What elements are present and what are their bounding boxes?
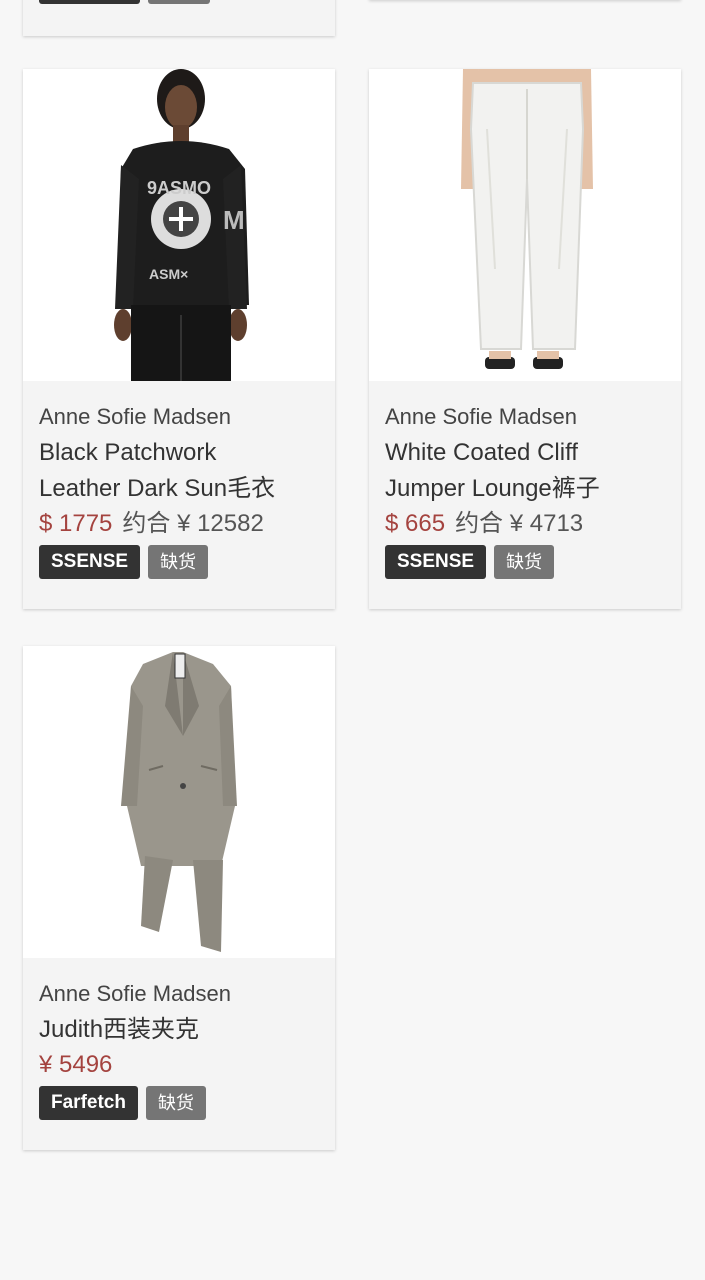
price-row: ¥ 5496	[39, 1050, 319, 1080]
product-name[interactable]: White Coated Cliff Jumper Lounge裤子	[385, 435, 665, 507]
price-row: $ 1775 约合 ¥ 12582	[39, 509, 319, 539]
product-card[interactable]: Anne Sofie Madsen White Coated Cliff Jum…	[369, 69, 681, 609]
product-name-line1: Black Patchwork	[39, 439, 217, 466]
store-tag-partial	[39, 0, 140, 4]
product-image[interactable]	[23, 646, 335, 958]
stock-status-badge: 缺货	[494, 545, 555, 579]
black-sweater-image: 9ASMO ASM× M	[23, 69, 335, 381]
store-tag[interactable]: SSENSE	[385, 545, 487, 579]
tag-row: SSENSE 缺货	[385, 545, 665, 579]
product-name-line2: Leather Dark Sun毛衣	[39, 475, 276, 502]
stock-status-badge: 缺货	[148, 545, 209, 579]
grey-coat-image	[23, 646, 335, 958]
brand-name: Anne Sofie Madsen	[39, 404, 232, 429]
product-card-partial-left[interactable]	[23, 0, 335, 36]
stock-tag-partial	[148, 0, 210, 4]
price: $ 1775	[39, 510, 113, 537]
stock-status-badge: 缺货	[145, 1086, 206, 1120]
price: $ 665	[385, 510, 446, 537]
product-name-line2: Jumper Lounge裤子	[385, 475, 600, 502]
approx-price: 约合 ¥ 12582	[122, 510, 264, 537]
product-name-line1: White Coated Cliff	[385, 439, 578, 466]
approx-price: 约合 ¥ 4713	[455, 510, 584, 537]
price-row: $ 665 约合 ¥ 4713	[385, 509, 665, 539]
brand-name: Anne Sofie Madsen	[39, 981, 232, 1006]
product-name[interactable]: Judith西装夹克	[39, 1012, 319, 1048]
product-name-line1: Judith西装夹克	[39, 1016, 200, 1043]
store-tag[interactable]: SSENSE	[39, 545, 141, 579]
white-pants-image	[369, 69, 681, 381]
product-card[interactable]: 9ASMO ASM× M Anne Sofie Madsen Black Pat…	[23, 69, 335, 609]
brand-name: Anne Sofie Madsen	[385, 404, 578, 429]
tag-row: Farfetch 缺货	[39, 1086, 319, 1120]
product-image[interactable]	[369, 69, 681, 381]
tag-row: SSENSE 缺货	[39, 545, 319, 579]
price: ¥ 5496	[39, 1051, 113, 1078]
svg-text:M: M	[223, 205, 245, 235]
svg-text:ASM×: ASM×	[149, 266, 188, 282]
product-card[interactable]: Anne Sofie Madsen Judith西装夹克 ¥ 5496 Farf…	[23, 646, 335, 1150]
svg-text:9ASMO: 9ASMO	[147, 178, 211, 198]
product-name[interactable]: Black Patchwork Leather Dark Sun毛衣	[39, 435, 319, 507]
store-tag[interactable]: Farfetch	[39, 1086, 138, 1120]
product-image[interactable]: 9ASMO ASM× M	[23, 69, 335, 381]
